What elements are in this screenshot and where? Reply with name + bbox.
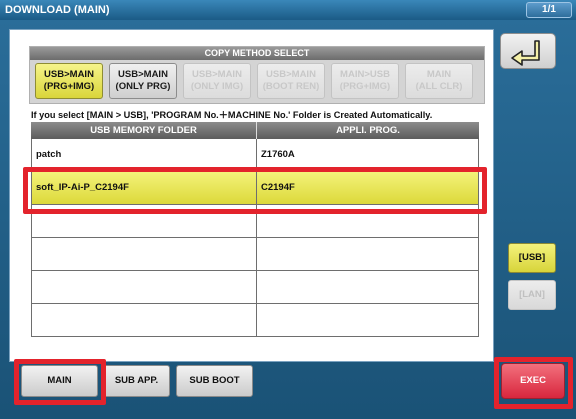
method-usb-main-only-prg-button[interactable]: USB>MAIN (ONLY PRG): [109, 63, 177, 99]
selected-row-highlight: [23, 167, 487, 214]
column-header-appli-prog: APPLI. PROG.: [257, 122, 479, 139]
folder-cell: [32, 304, 257, 336]
table-row[interactable]: [31, 271, 479, 304]
page-indicator: 1/1: [526, 2, 572, 18]
lan-button[interactable]: [LAN]: [508, 280, 556, 310]
prog-cell: [257, 271, 478, 303]
prog-cell: [257, 304, 478, 336]
folder-cell: [32, 271, 257, 303]
table-row[interactable]: [31, 304, 479, 337]
usb-button[interactable]: [USB]: [508, 243, 556, 273]
title-bar: DOWNLOAD (MAIN) 1/1: [0, 0, 576, 20]
method-main-all-clr-button[interactable]: MAIN (ALL CLR): [405, 63, 473, 99]
copy-method-header: COPY METHOD SELECT: [30, 47, 484, 60]
return-arrow-icon: [511, 40, 540, 66]
main-tab-highlight: [14, 359, 106, 405]
column-header-usb-folder: USB MEMORY FOLDER: [31, 122, 257, 139]
method-main-usb-prg-img-button[interactable]: MAIN>USB (PRG+IMG): [331, 63, 399, 99]
prog-cell: [257, 238, 478, 270]
folder-cell: [32, 238, 257, 270]
tab-sub-app[interactable]: SUB APP.: [103, 365, 170, 397]
exec-button-highlight: [494, 357, 573, 409]
back-button[interactable]: [500, 33, 556, 69]
table-row[interactable]: [31, 238, 479, 271]
method-usb-main-prg-img-button[interactable]: USB>MAIN (PRG+IMG): [35, 63, 103, 99]
window-title: DOWNLOAD (MAIN): [5, 4, 110, 16]
method-usb-main-only-img-button[interactable]: USB>MAIN (ONLY IMG): [183, 63, 251, 99]
folder-note: If you select [MAIN > USB], 'PROGRAM No.…: [31, 110, 433, 120]
method-usb-main-boot-ren-button[interactable]: USB>MAIN (BOOT REN): [257, 63, 325, 99]
copy-method-box: COPY METHOD SELECT USB>MAIN (PRG+IMG) US…: [29, 46, 485, 104]
tab-sub-boot[interactable]: SUB BOOT: [176, 365, 253, 397]
